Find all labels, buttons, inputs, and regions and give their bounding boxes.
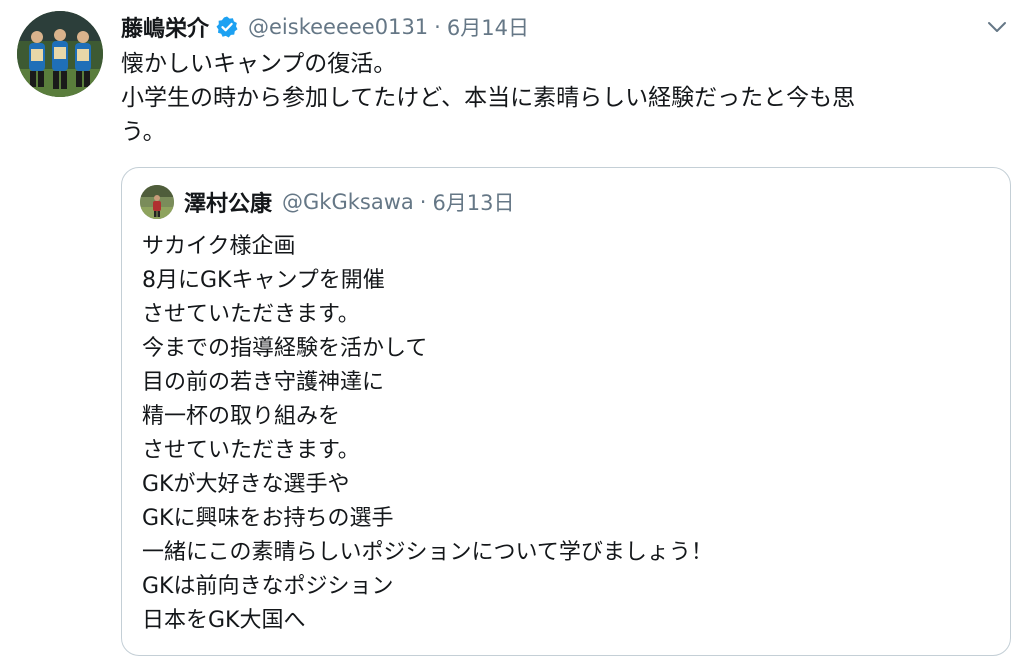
quoted-text-line: 8月にGKキャンプを開催 bbox=[142, 268, 385, 293]
verified-badge-icon bbox=[215, 15, 239, 39]
author-handle[interactable]: @eiskeeeee0131 bbox=[248, 15, 428, 39]
author-name[interactable]: 藤嶋栄介 bbox=[121, 11, 209, 43]
quoted-author-avatar[interactable] bbox=[140, 185, 174, 219]
quoted-text-line: 日本をGK大国へ bbox=[142, 608, 306, 633]
author-avatar[interactable] bbox=[17, 11, 103, 97]
quoted-text-line: 目の前の若き守護神達に bbox=[142, 370, 385, 395]
tweet-header: 藤嶋栄介 @eiskeeeee0131 · 6月14日 bbox=[121, 10, 529, 44]
author-avatar-image bbox=[17, 11, 103, 97]
quoted-text-line: させていただきます。 bbox=[142, 438, 360, 463]
separator-dot: · bbox=[434, 15, 441, 39]
tweet[interactable]: 藤嶋栄介 @eiskeeeee0131 · 6月14日 懐かしいキャンプの復活。… bbox=[0, 0, 1025, 663]
quoted-text-line: 一緒にこの素晴らしいポジションについて学びましょう！ bbox=[142, 540, 713, 565]
separator-dot: · bbox=[419, 190, 427, 214]
quoted-date[interactable]: 6月13日 bbox=[432, 187, 514, 217]
tweet-text: 懐かしいキャンプの復活。 小学生の時から参加してたけど、本当に素晴らしい経験だっ… bbox=[121, 47, 981, 149]
chevron-down-icon[interactable] bbox=[985, 17, 1009, 37]
tweet-text-line: 懐かしいキャンプの復活。 bbox=[121, 51, 397, 77]
quoted-text-line: 精一杯の取り組みを bbox=[142, 404, 341, 429]
quoted-author-handle[interactable]: @GkGksawa bbox=[282, 190, 414, 214]
tweet-date[interactable]: 6月14日 bbox=[447, 12, 529, 42]
quoted-tweet[interactable]: 澤村公康 @GkGksawa · 6月13日 サカイク様企画 8月にGKキャンプ… bbox=[121, 167, 1011, 656]
quoted-text-line: GKは前向きなポジション bbox=[142, 574, 394, 599]
quoted-text-line: GKが大好きな選手や bbox=[142, 472, 350, 497]
quoted-text-line: サカイク様企画 bbox=[142, 234, 296, 259]
quoted-header: 澤村公康 @GkGksawa · 6月13日 bbox=[184, 185, 515, 219]
quoted-avatar-image bbox=[140, 185, 174, 219]
tweet-text-line: う。 bbox=[121, 119, 166, 145]
quoted-text-line: 今までの指導経験を活かして bbox=[142, 336, 428, 361]
quoted-text: サカイク様企画 8月にGKキャンプを開催 させていただきます。 今までの指導経験… bbox=[142, 230, 992, 638]
quoted-text-line: させていただきます。 bbox=[142, 302, 360, 327]
tweet-text-line: 小学生の時から参加してたけど、本当に素晴らしい経験だったと今も思 bbox=[121, 85, 856, 111]
quoted-text-line: GKに興味をお持ちの選手 bbox=[142, 506, 394, 531]
quoted-author-name[interactable]: 澤村公康 bbox=[184, 186, 272, 218]
